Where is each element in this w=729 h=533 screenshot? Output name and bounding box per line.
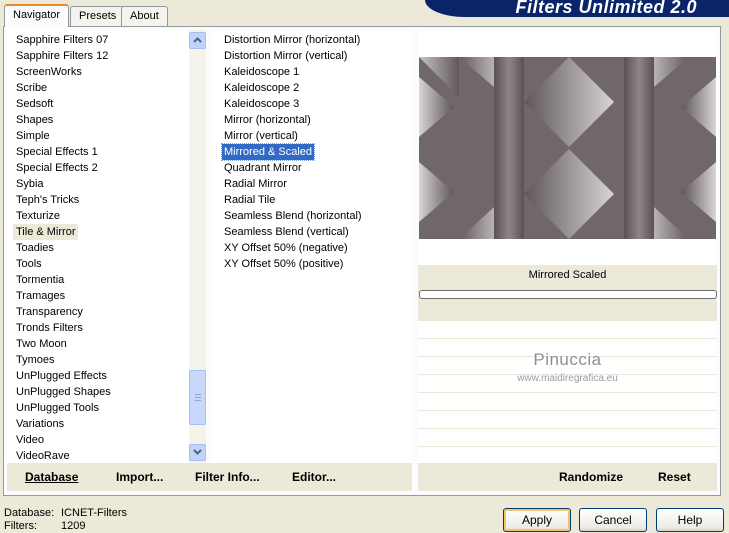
editor-button[interactable]: Editor... xyxy=(292,470,336,484)
filter-item[interactable]: Radial Tile xyxy=(222,192,277,208)
title-banner: Filters Unlimited 2.0 xyxy=(425,0,729,17)
param-divider xyxy=(418,428,717,429)
tab-about[interactable]: About xyxy=(121,6,168,26)
category-item[interactable]: Variations xyxy=(13,416,67,432)
category-item[interactable]: Tormentia xyxy=(13,272,67,288)
scroll-up-button[interactable] xyxy=(189,32,206,49)
category-item[interactable]: Tools xyxy=(13,256,45,272)
import-button[interactable]: Import... xyxy=(116,470,163,484)
filter-item[interactable]: Seamless Blend (vertical) xyxy=(222,224,351,240)
filter-item[interactable]: Seamless Blend (horizontal) xyxy=(222,208,364,224)
filter-item[interactable]: XY Offset 50% (positive) xyxy=(222,256,345,272)
category-item[interactable]: UnPlugged Tools xyxy=(13,400,102,416)
category-item[interactable]: Transparency xyxy=(13,304,86,320)
category-list[interactable]: Sapphire Filters 07 Sapphire Filters 12 Sc… xyxy=(7,30,207,463)
category-item[interactable]: UnPlugged Shapes xyxy=(13,384,114,400)
category-item[interactable]: ScreenWorks xyxy=(13,64,85,80)
apply-button[interactable]: Apply xyxy=(503,508,571,532)
param-divider xyxy=(418,410,717,411)
category-item[interactable]: Teph's Tricks xyxy=(13,192,82,208)
category-item[interactable]: Shapes xyxy=(13,112,56,128)
scroll-thumb[interactable] xyxy=(189,370,206,425)
filter-item[interactable]: Mirror (vertical) xyxy=(222,128,300,144)
filter-item[interactable]: Mirrored & Scaled xyxy=(220,143,316,161)
category-item[interactable]: Sapphire Filters 07 xyxy=(13,32,111,48)
watermark-name: Pinuccia xyxy=(533,350,602,369)
category-item[interactable]: Special Effects 2 xyxy=(13,160,101,176)
filter-item[interactable]: XY Offset 50% (negative) xyxy=(222,240,350,256)
status-database: Database: ICNET-Filters xyxy=(4,507,127,519)
watermark-url: www.maidiregrafica.eu xyxy=(517,373,618,384)
tab-presets[interactable]: Presets xyxy=(70,6,126,26)
param-divider xyxy=(418,338,717,339)
filter-item[interactable]: Radial Mirror xyxy=(222,176,289,192)
category-item[interactable]: Tymoes xyxy=(13,352,58,368)
category-item[interactable]: Scribe xyxy=(13,80,50,96)
status-filters: Filters: 1209 xyxy=(4,520,85,532)
category-item[interactable]: Texturize xyxy=(13,208,63,224)
category-item[interactable]: UnPlugged Effects xyxy=(13,368,110,384)
category-item[interactable]: Special Effects 1 xyxy=(13,144,101,160)
category-item[interactable]: Tronds Filters xyxy=(13,320,86,336)
filter-item[interactable]: Distortion Mirror (vertical) xyxy=(222,48,349,64)
status-filters-value: 1209 xyxy=(61,520,86,532)
preview-image xyxy=(419,57,716,239)
help-button[interactable]: Help xyxy=(656,508,724,532)
tab-navigator[interactable]: Navigator xyxy=(4,4,70,27)
param-divider xyxy=(418,446,717,447)
category-scrollbar[interactable] xyxy=(189,30,206,463)
database-button[interactable]: Database xyxy=(25,470,78,484)
status-database-label: Database: xyxy=(4,507,55,519)
category-item[interactable]: Simple xyxy=(13,128,53,144)
category-item[interactable]: Tramages xyxy=(13,288,68,304)
chevron-down-icon xyxy=(193,448,202,457)
category-item[interactable]: Toadies xyxy=(13,240,57,256)
param-divider xyxy=(418,392,717,393)
cancel-button[interactable]: Cancel xyxy=(579,508,647,532)
randomize-button[interactable]: Randomize xyxy=(559,470,623,484)
chevron-up-icon xyxy=(193,36,202,45)
category-item[interactable]: VideoRave xyxy=(13,448,73,463)
database-button-label: Database xyxy=(25,470,79,484)
category-item[interactable]: Video xyxy=(13,432,47,448)
filter-list[interactable]: Distortion Mirror (horizontal) Distortion… xyxy=(212,30,412,463)
filter-item[interactable]: Mirror (horizontal) xyxy=(222,112,313,128)
filter-info-button[interactable]: Filter Info... xyxy=(195,470,260,484)
filter-item[interactable]: Kaleidoscope 2 xyxy=(222,80,301,96)
reset-button[interactable]: Reset xyxy=(658,470,691,484)
filter-item[interactable]: Quadrant Mirror xyxy=(222,160,304,176)
preview-filter-name: Mirrored Scaled xyxy=(528,269,607,281)
scroll-down-button[interactable] xyxy=(189,444,206,461)
banner-title: Filters Unlimited 2.0 xyxy=(515,0,697,17)
category-item[interactable]: Two Moon xyxy=(13,336,70,352)
param-divider xyxy=(418,320,717,321)
category-item[interactable]: Tile & Mirror xyxy=(13,224,79,240)
category-item[interactable]: Sapphire Filters 12 xyxy=(13,48,111,64)
parameter-slider[interactable] xyxy=(419,290,717,299)
status-filters-label: Filters: xyxy=(4,520,37,532)
category-item[interactable]: Sedsoft xyxy=(13,96,56,112)
filter-item[interactable]: Kaleidoscope 3 xyxy=(222,96,301,112)
category-item[interactable]: Sybia xyxy=(13,176,47,192)
filter-item[interactable]: Distortion Mirror (horizontal) xyxy=(222,32,362,48)
filter-item[interactable]: Kaleidoscope 1 xyxy=(222,64,301,80)
status-database-value: ICNET-Filters xyxy=(61,507,127,519)
